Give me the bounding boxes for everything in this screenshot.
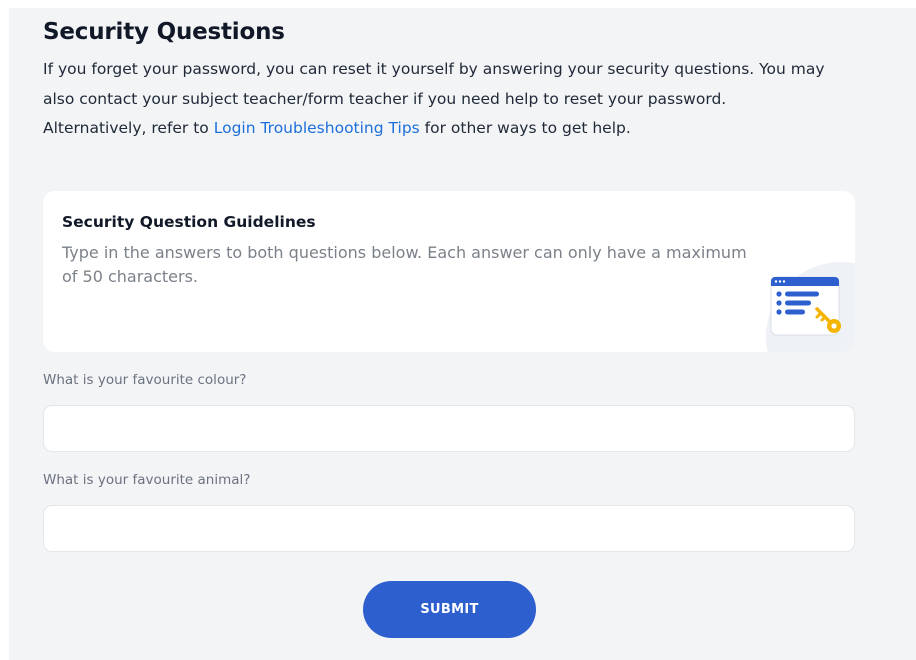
guidelines-title: Security Question Guidelines (62, 213, 316, 231)
favourite-colour-input[interactable] (43, 405, 855, 452)
login-troubleshooting-link[interactable]: Login Troubleshooting Tips (214, 119, 420, 137)
favourite-animal-input[interactable] (43, 505, 855, 552)
help-prefix: Alternatively, refer to (43, 119, 214, 137)
guidelines-body: Type in the answers to both questions be… (62, 243, 747, 286)
favourite-colour-label: What is your favourite colour? (43, 372, 247, 388)
intro-paragraph: If you forget your password, you can res… (43, 60, 825, 108)
submit-button[interactable]: SUBMIT (363, 581, 536, 638)
help-suffix: for other ways to get help. (419, 119, 631, 137)
help-paragraph: Alternatively, refer to Login Troublesho… (43, 114, 843, 144)
page-title: Security Questions (43, 19, 285, 45)
intro-text: If you forget your password, you can res… (43, 55, 843, 144)
guidelines-card: Security Question Guidelines Type in the… (43, 191, 855, 352)
security-key-document-icon (766, 262, 855, 352)
favourite-animal-label: What is your favourite animal? (43, 472, 251, 488)
